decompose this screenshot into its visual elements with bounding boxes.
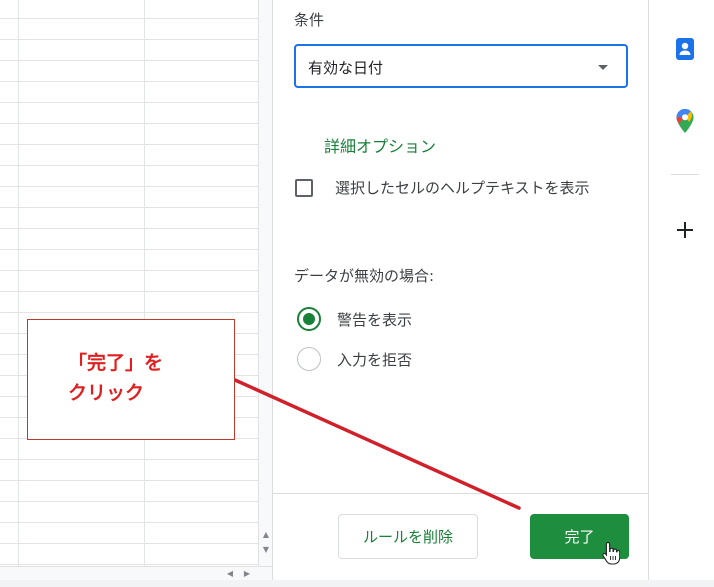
grid-row-line (0, 60, 258, 61)
data-validation-panel: 条件 有効な日付 詳細オプション 選択したセルのヘルプテキストを表示 データが無… (272, 0, 650, 580)
grid-row-line (0, 123, 258, 124)
delete-rule-button[interactable]: ルールを削除 (338, 514, 478, 559)
scroll-up-arrow-icon[interactable]: ▲ (259, 529, 273, 541)
horizontal-scrollbar[interactable]: ◀ ▶ (0, 566, 272, 581)
radio-button[interactable] (297, 347, 321, 371)
grid-row-line (0, 81, 258, 82)
help-text-checkbox[interactable] (295, 179, 313, 197)
footer-divider (273, 493, 650, 494)
grid-row-line (0, 501, 258, 502)
grid-row-line (0, 312, 258, 313)
condition-dropdown[interactable]: 有効な日付 (294, 44, 628, 88)
radio-reject-input[interactable]: 入力を拒否 (297, 347, 617, 371)
grid-row-line (0, 564, 258, 565)
grid-column-line (144, 0, 145, 566)
add-icon[interactable] (674, 219, 696, 241)
contacts-icon[interactable] (676, 38, 694, 60)
advanced-options-link[interactable]: 詳細オプション (324, 133, 436, 157)
grid-row-line (0, 207, 258, 208)
grid-row-line (0, 522, 258, 523)
grid-row-line (0, 102, 258, 103)
scroll-left-arrow-icon[interactable]: ◀ (223, 567, 237, 581)
spreadsheet-grid[interactable] (0, 0, 258, 566)
grid-row-line (0, 39, 258, 40)
chevron-down-icon (598, 65, 608, 70)
sidebar-divider (671, 174, 699, 175)
annotation-callout: 「完了」を クリック (27, 319, 235, 440)
condition-label: 条件 (294, 11, 325, 29)
grid-column-line (18, 0, 19, 566)
grid-row-line (0, 186, 258, 187)
grid-row-line (0, 249, 258, 250)
grid-row-line (0, 228, 258, 229)
grid-row-line (0, 543, 258, 544)
scroll-right-arrow-icon[interactable]: ▶ (240, 567, 254, 581)
grid-row-line (0, 291, 258, 292)
help-text-checkbox-label: 選択したセルのヘルプテキストを表示 (335, 179, 590, 197)
radio-show-warning-label: 警告を表示 (337, 311, 413, 329)
hand-pointer-cursor-icon (602, 541, 620, 565)
radio-show-warning[interactable]: 警告を表示 (297, 307, 617, 331)
grid-row-line (0, 480, 258, 481)
grid-row-line (0, 459, 258, 460)
grid-row-line (0, 144, 258, 145)
grid-row-line (0, 18, 258, 19)
annotation-text: 「完了」を クリック (68, 352, 164, 404)
vertical-scrollbar[interactable]: ▲ ▼ (258, 0, 273, 566)
radio-button-selected[interactable] (297, 307, 321, 331)
invalid-data-label: データが無効の場合: (294, 267, 435, 285)
grid-row-line (0, 270, 258, 271)
maps-icon[interactable] (675, 108, 695, 134)
side-panel-apps (649, 0, 714, 580)
radio-reject-input-label: 入力を拒否 (337, 351, 413, 369)
scroll-down-arrow-icon[interactable]: ▼ (259, 544, 273, 556)
grid-row-line (0, 165, 258, 166)
bottom-strip (0, 580, 714, 587)
condition-dropdown-value: 有効な日付 (308, 59, 384, 77)
